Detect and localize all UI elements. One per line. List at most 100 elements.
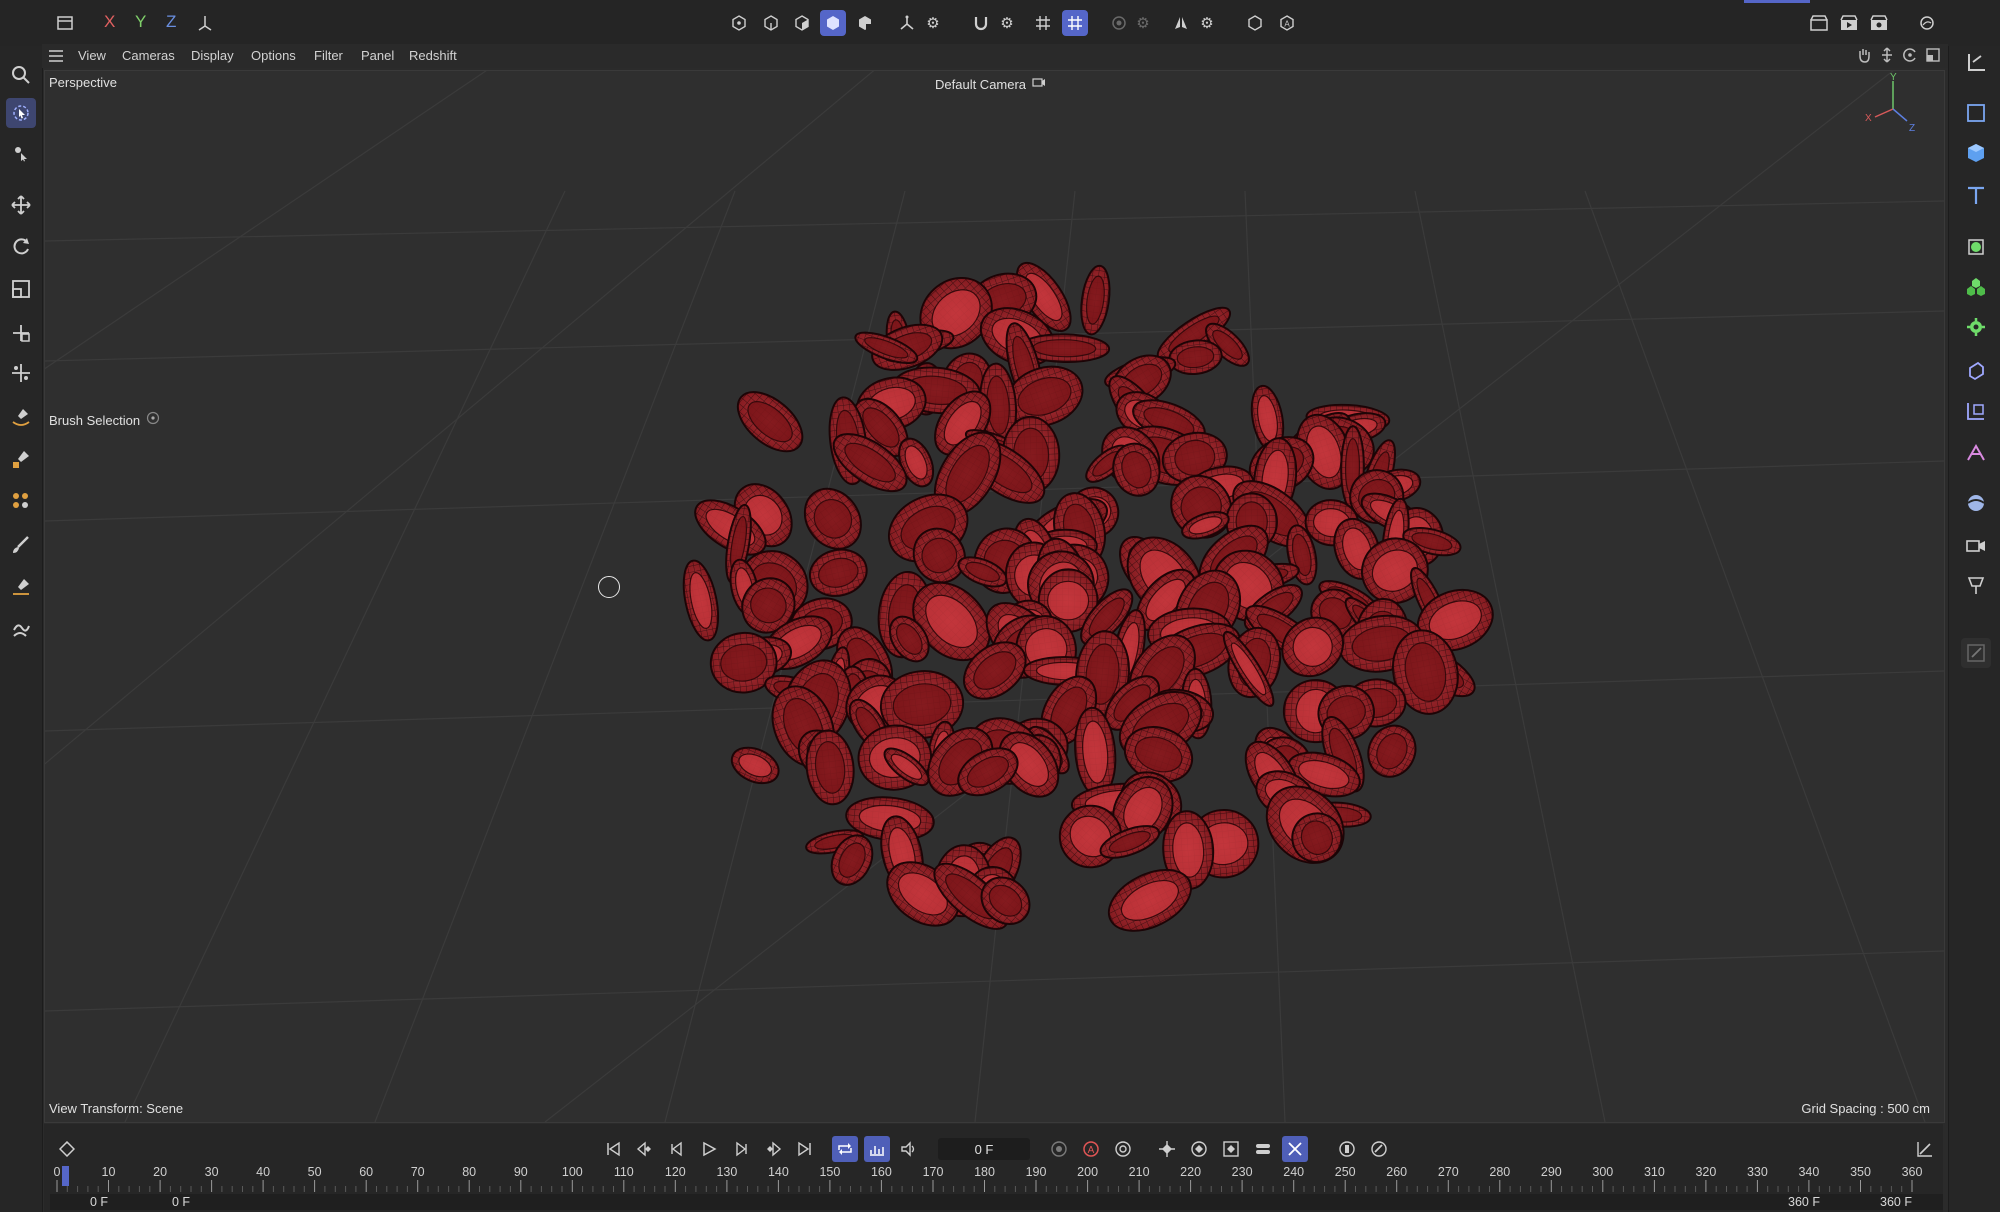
snap-magnet-icon[interactable]: [968, 10, 994, 36]
coordinate-system-icon[interactable]: [192, 10, 218, 36]
record-active-icon[interactable]: [1046, 1136, 1072, 1162]
autokey-icon[interactable]: A: [1078, 1136, 1104, 1162]
x-axis-lock[interactable]: X: [104, 12, 115, 32]
menu-panel[interactable]: Panel: [361, 48, 394, 63]
menu-filter[interactable]: Filter: [314, 48, 343, 63]
menu-options[interactable]: Options: [251, 48, 296, 63]
auto-key-icon[interactable]: A: [1274, 10, 1300, 36]
search-icon[interactable]: [6, 60, 36, 90]
edges-mode-icon[interactable]: [758, 10, 784, 36]
pan-hand-icon[interactable]: [1856, 47, 1872, 68]
spline-sketch-icon[interactable]: [6, 444, 36, 474]
current-frame-field[interactable]: 0 F: [938, 1138, 1030, 1160]
key-parameter-icon[interactable]: [1250, 1136, 1276, 1162]
dolly-arrows-icon[interactable]: [1879, 47, 1895, 68]
blood-cell-cloud[interactable]: [678, 254, 1502, 943]
y-axis-lock[interactable]: Y: [135, 12, 146, 32]
rotate-icon[interactable]: [6, 232, 36, 262]
maximize-view-icon[interactable]: [1925, 47, 1941, 68]
live-selection-icon[interactable]: [6, 98, 36, 128]
go-to-end-icon[interactable]: [792, 1136, 818, 1162]
redshift-ipr-icon[interactable]: [1914, 10, 1940, 36]
symmetry-icon[interactable]: [1168, 10, 1194, 36]
axis-mode-icon[interactable]: [894, 10, 920, 36]
range-bar[interactable]: [50, 1194, 1943, 1210]
motion-path-icon[interactable]: [1366, 1136, 1392, 1162]
spline-pen-icon[interactable]: [6, 402, 36, 432]
deformer-icon[interactable]: [1961, 356, 1991, 386]
render-to-picture-viewer-icon[interactable]: [1836, 10, 1862, 36]
spline-tool-icon[interactable]: [1961, 438, 1991, 468]
null-object-icon[interactable]: [1961, 98, 1991, 128]
hamburger-menu-icon[interactable]: [48, 49, 64, 68]
uv-mode-icon[interactable]: [852, 10, 878, 36]
fcurve-editor-icon[interactable]: [1912, 1136, 1938, 1162]
points-mode-icon[interactable]: [726, 10, 752, 36]
scene-canvas[interactable]: [45, 71, 1944, 1122]
sound-icon[interactable]: [896, 1136, 922, 1162]
placement-tool-icon[interactable]: [6, 358, 36, 388]
panel-menu-icon[interactable]: [52, 10, 78, 36]
previous-frame-icon[interactable]: [664, 1136, 690, 1162]
lock-workplane-icon[interactable]: [1106, 10, 1132, 36]
key-point-level-icon[interactable]: [1282, 1136, 1308, 1162]
key-position-icon[interactable]: [1154, 1136, 1180, 1162]
preview-end-field[interactable]: 360 F: [1788, 1195, 1820, 1209]
paint-points-icon[interactable]: [6, 486, 36, 516]
playback-rate-icon[interactable]: [864, 1136, 890, 1162]
field-icon[interactable]: [1961, 396, 1991, 426]
polygons-mode-icon[interactable]: [789, 10, 815, 36]
menu-cameras[interactable]: Cameras: [122, 48, 175, 63]
model-mode-icon[interactable]: [820, 10, 846, 36]
next-frame-icon[interactable]: [728, 1136, 754, 1162]
3d-viewport[interactable]: Perspective Default Camera Brush Selecti…: [44, 70, 1945, 1123]
loop-icon[interactable]: [832, 1136, 858, 1162]
sculpt-icon[interactable]: [6, 614, 36, 644]
axis-settings-gear-icon[interactable]: ⚙: [920, 10, 946, 36]
menu-redshift[interactable]: Redshift: [409, 48, 457, 63]
z-axis-lock[interactable]: Z: [166, 12, 176, 32]
range-end-field[interactable]: 360 F: [1880, 1195, 1912, 1209]
play-icon[interactable]: [696, 1136, 722, 1162]
keyframe-settings-icon[interactable]: [1110, 1136, 1136, 1162]
keyframe-diamond-icon[interactable]: [54, 1136, 80, 1162]
previous-key-icon[interactable]: [632, 1136, 658, 1162]
transform-icon[interactable]: [6, 318, 36, 348]
symmetry-gear-icon[interactable]: ⚙: [1194, 10, 1220, 36]
menu-view[interactable]: View: [78, 48, 106, 63]
camera-object-icon[interactable]: [1961, 530, 1991, 560]
light-object-icon[interactable]: [1961, 570, 1991, 600]
projection-label[interactable]: Perspective: [49, 75, 117, 90]
select-tool-icon[interactable]: [6, 138, 36, 168]
effector-gear-icon[interactable]: [1961, 312, 1991, 342]
range-start-field[interactable]: 0 F: [90, 1195, 108, 1209]
playhead[interactable]: [62, 1166, 69, 1186]
cloner-icon[interactable]: [1961, 272, 1991, 302]
orbit-icon[interactable]: [1902, 47, 1918, 68]
move-icon[interactable]: [6, 190, 36, 220]
workplane-gear-icon[interactable]: ⚙: [1130, 10, 1156, 36]
scale-icon[interactable]: [6, 274, 36, 304]
snap-settings-gear-icon[interactable]: ⚙: [994, 10, 1020, 36]
snap-axis-icon[interactable]: [1961, 48, 1991, 78]
tool-options-icon[interactable]: [146, 411, 160, 430]
menu-display[interactable]: Display: [191, 48, 234, 63]
camera-selector[interactable]: Default Camera: [935, 75, 1046, 93]
grid-snap-icon[interactable]: [1062, 10, 1088, 36]
go-to-start-icon[interactable]: [600, 1136, 626, 1162]
key-rotation-icon[interactable]: [1186, 1136, 1212, 1162]
subdivision-surface-icon[interactable]: [1961, 232, 1991, 262]
motion-record-icon[interactable]: [1334, 1136, 1360, 1162]
next-key-icon[interactable]: [760, 1136, 786, 1162]
workplane-grid-icon[interactable]: [1030, 10, 1056, 36]
text-object-icon[interactable]: [1961, 180, 1991, 210]
knife-icon[interactable]: [6, 572, 36, 602]
cube-icon[interactable]: [1961, 138, 1991, 168]
render-view-icon[interactable]: [1806, 10, 1832, 36]
render-region-icon[interactable]: [1242, 10, 1268, 36]
key-scale-icon[interactable]: [1218, 1136, 1244, 1162]
preview-start-field[interactable]: 0 F: [172, 1195, 190, 1209]
environment-icon[interactable]: [1961, 488, 1991, 518]
frame-ruler[interactable]: 0 10 20 30 40 50 60 70 80 90 100 110 120 130 140 150 160…: [44, 1165, 1943, 1194]
render-settings-icon[interactable]: [1866, 10, 1892, 36]
